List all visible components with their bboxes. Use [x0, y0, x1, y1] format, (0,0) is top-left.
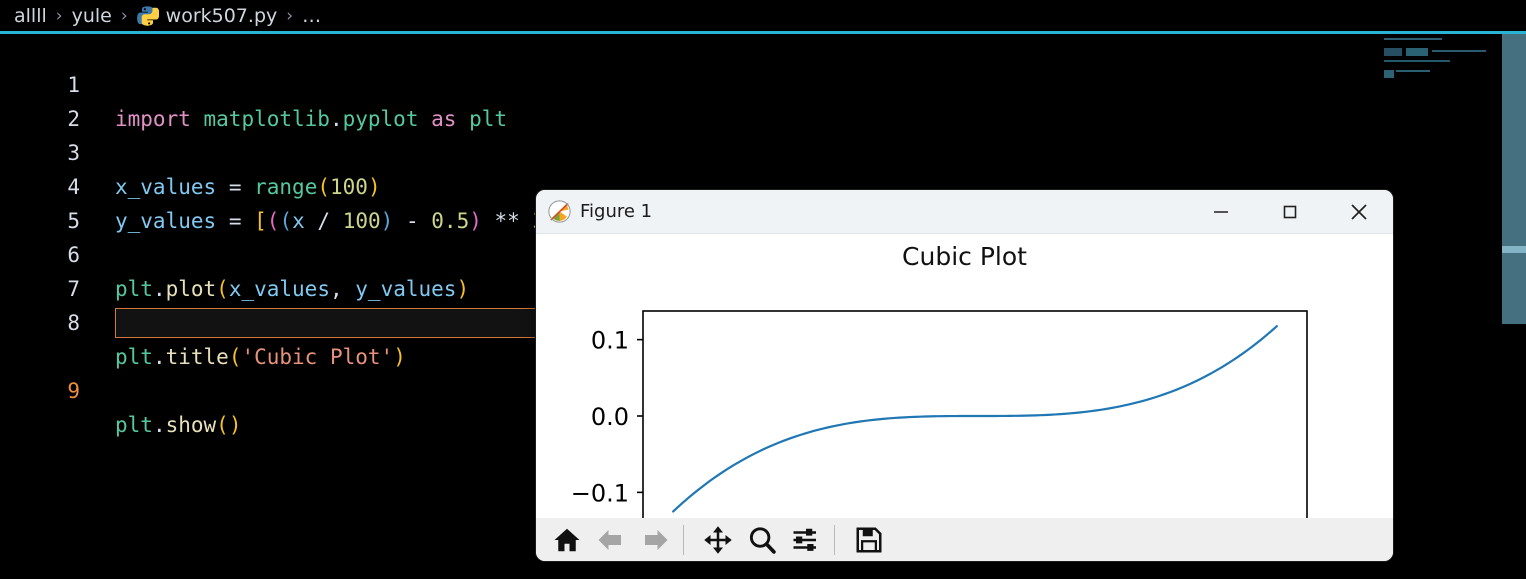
breadcrumb-file[interactable]: work507.py	[166, 5, 278, 27]
y-tick-label: −0.1	[571, 479, 629, 507]
close-icon	[1350, 203, 1367, 220]
breadcrumb-separator-icon: ›	[286, 5, 294, 26]
figure-window-title: Figure 1	[580, 201, 653, 222]
breadcrumb-separator-icon: ›	[120, 5, 128, 26]
y-tick-label: 0.1	[591, 327, 629, 355]
close-button[interactable]	[1324, 190, 1393, 233]
code-line[interactable]: 3 x_values = range(100)	[0, 102, 1526, 199]
forward-arrow-icon	[645, 529, 668, 550]
editor-minimap[interactable]	[1380, 34, 1490, 579]
python-logo-icon	[136, 5, 159, 26]
line-content: plt.title('Cubic Plot')	[115, 345, 406, 369]
scrollbar-marker	[1502, 246, 1526, 253]
breadcrumb-workspace[interactable]: allll	[14, 5, 47, 27]
maximize-icon	[1283, 205, 1296, 218]
configure-subplots-icon	[793, 528, 816, 551]
breadcrumb-folder[interactable]: yule	[72, 5, 112, 27]
code-line[interactable]: 4 y_values = [((x / 100) - 0.5) ** 3 for…	[0, 136, 1526, 233]
matplotlib-figure-window[interactable]: Figure 1 Cubic Plot 0204060801000.	[536, 190, 1393, 561]
breadcrumb-overflow[interactable]: …	[302, 5, 322, 27]
save-button[interactable]	[850, 521, 888, 559]
code-line[interactable]: 1 import matplotlib.pyplot as plt	[0, 34, 1526, 131]
minimize-icon	[1213, 210, 1228, 213]
save-icon	[856, 527, 882, 552]
maximize-button[interactable]	[1255, 190, 1324, 233]
pan-icon	[704, 525, 732, 554]
pan-button[interactable]	[699, 521, 737, 559]
back-arrow-icon	[598, 529, 621, 550]
back-button[interactable]	[592, 521, 630, 559]
chart-line-series	[672, 325, 1278, 513]
figure-titlebar[interactable]: Figure 1	[536, 190, 1393, 234]
forward-button[interactable]	[636, 521, 674, 559]
breadcrumb-separator-icon: ›	[55, 5, 63, 26]
editor-scrollbar[interactable]	[1496, 34, 1526, 579]
configure-subplots-button[interactable]	[787, 521, 825, 559]
window-controls	[1186, 190, 1393, 233]
home-button[interactable]	[548, 521, 586, 559]
toolbar-divider	[683, 524, 684, 555]
breadcrumb[interactable]: allll › yule › work507.py › …	[0, 0, 1526, 31]
minimize-button[interactable]	[1186, 190, 1255, 233]
figure-toolbar[interactable]	[536, 518, 1393, 561]
toolbar-divider	[834, 524, 835, 555]
y-tick-label: 0.0	[591, 403, 629, 431]
zoom-rect-icon	[749, 526, 776, 554]
chart-plot-area: 0204060801000.10.0−0.1	[571, 310, 1308, 519]
zoom-rect-button[interactable]	[743, 521, 781, 559]
home-icon	[554, 528, 580, 551]
code-line[interactable]: 2	[0, 68, 1526, 131]
scrollbar-thumb[interactable]	[1502, 34, 1526, 324]
line-content: plt.show()	[115, 413, 242, 437]
matplotlib-logo-icon	[548, 200, 571, 223]
line-number: 9	[67, 379, 80, 403]
figure-canvas[interactable]: Cubic Plot 0204060801000.10.0−0.1	[536, 234, 1393, 519]
